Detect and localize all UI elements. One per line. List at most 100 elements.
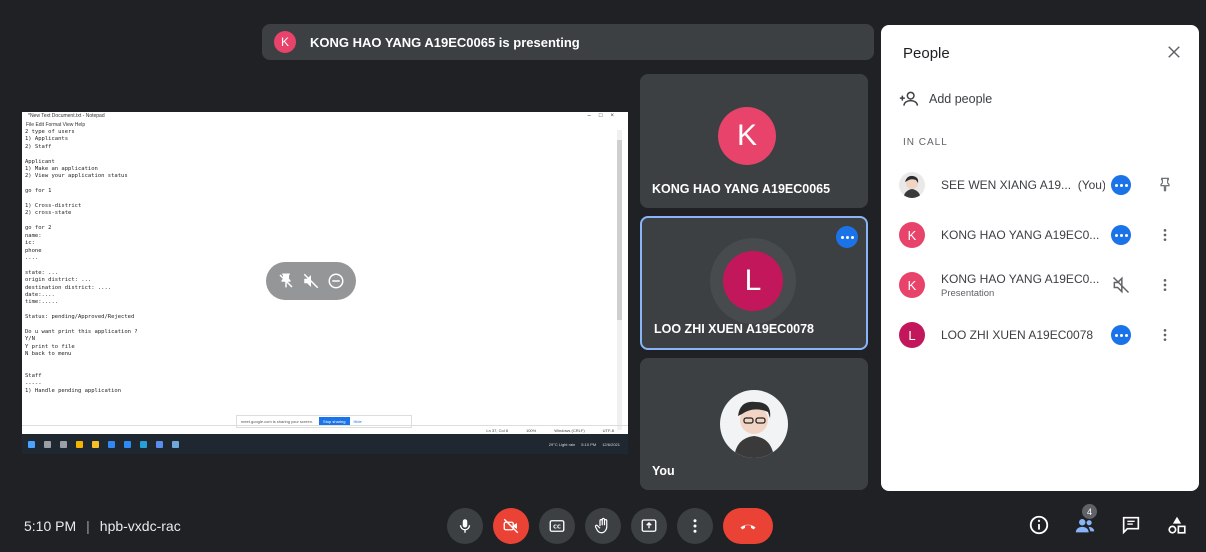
side-controls: 4 [1028, 504, 1188, 536]
person-info: KONG HAO YANG A19EC0... [941, 228, 1105, 242]
meeting-code: hpb-vxdc-rac [99, 518, 181, 534]
mute-icon[interactable] [302, 272, 320, 290]
add-people-button[interactable]: Add people [899, 89, 992, 109]
closed-captions-icon: CC [549, 520, 565, 532]
hide-button: Hide [353, 419, 362, 424]
person-row[interactable]: L LOO ZHI XUEN A19EC0078 [899, 315, 1189, 355]
avatar: L [723, 251, 783, 311]
clock: 5:10 PM [24, 518, 77, 534]
svg-text:CC: CC [553, 525, 561, 531]
person-row[interactable]: K KONG HAO YANG A19EC0... Presentation [899, 265, 1189, 305]
captions-button[interactable]: CC [539, 508, 575, 544]
notepad-title-text: *New Text Document.txt - Notepad [28, 113, 105, 119]
person-row[interactable]: SEE WEN XIANG A19... (You) [899, 165, 1189, 205]
close-icon[interactable] [1165, 43, 1183, 61]
more-vert-icon[interactable] [1157, 325, 1173, 345]
unpin-icon[interactable] [277, 272, 295, 290]
remove-icon[interactable] [327, 272, 345, 290]
more-horiz-icon [840, 235, 854, 239]
hand-icon [594, 517, 608, 534]
panel-title: People [903, 45, 950, 62]
person-info: LOO ZHI XUEN A19EC0078 [941, 328, 1105, 342]
profile-photo [720, 390, 788, 458]
window-controls: –□× [587, 113, 622, 119]
more-options-button[interactable] [836, 226, 858, 248]
status-encoding: UTF-8 [602, 427, 614, 433]
chat-icon [1122, 516, 1140, 535]
call-controls: CC [447, 508, 773, 544]
leave-call-button[interactable] [723, 508, 773, 544]
meet-window: K KONG HAO YANG A19EC0065 is presenting … [0, 0, 1206, 552]
chat-button[interactable] [1120, 514, 1142, 536]
participant-name: KONG HAO YANG A19EC0065 [652, 182, 831, 196]
more-vert-icon[interactable] [1157, 275, 1173, 295]
meeting-info: 5:10 PM | hpb-vxdc-rac [24, 518, 181, 534]
avatar: K [899, 222, 925, 248]
screen-hover-controls [266, 262, 356, 300]
app-icon [156, 440, 163, 448]
person-row[interactable]: K KONG HAO YANG A19EC0... [899, 215, 1189, 255]
speaking-indicator [1111, 175, 1131, 195]
participant-name: You [652, 464, 675, 478]
more-vert-icon[interactable] [1157, 225, 1173, 245]
more-horiz-icon [1114, 183, 1128, 187]
divider: | [86, 518, 90, 534]
shared-screen[interactable]: *New Text Document.txt - Notepad –□× Fil… [22, 112, 628, 454]
people-panel: People Add people IN CALL SEE WEN XIANG … [881, 25, 1199, 491]
microphone-button[interactable] [447, 508, 483, 544]
presenting-text: KONG HAO YANG A19EC0065 is presenting [310, 34, 580, 50]
notepad-statusbar: Ln 37, Col 8 100% Windows (CRLF) UTF-8 [22, 425, 628, 434]
person-name: KONG HAO YANG A19EC0... [941, 271, 1100, 286]
camera-off-icon [503, 518, 519, 534]
notepad-title: *New Text Document.txt - Notepad –□× [22, 112, 628, 121]
status-zoom: 100% [525, 427, 537, 433]
participant-tile-loo[interactable]: L LOO ZHI XUEN A19EC0078 [640, 216, 868, 350]
avatar: K [718, 107, 776, 165]
participant-tile-kong[interactable]: K KONG HAO YANG A19EC0065 [640, 74, 868, 208]
in-call-heading: IN CALL [903, 137, 948, 148]
avatar: K [899, 272, 925, 298]
windows-start-icon [28, 440, 35, 448]
activities-icon [1168, 516, 1186, 534]
mic-icon [459, 519, 471, 533]
hang-up-icon [740, 524, 756, 530]
add-people-label: Add people [929, 92, 993, 106]
raise-hand-button[interactable] [585, 508, 621, 544]
person-subtitle: Presentation [941, 287, 995, 299]
folder-icon [92, 440, 99, 448]
status-position: Ln 37, Col 8 [486, 427, 508, 433]
info-icon [1029, 515, 1049, 535]
tray-date: 12/6/2021 [602, 441, 620, 447]
store-icon [124, 440, 131, 448]
notepad-icon [172, 440, 179, 448]
system-tray: 29°C Light rain 5:10 PM 12/6/2021 [549, 442, 628, 447]
muted-audio-icon [1112, 276, 1130, 294]
participant-tile-you[interactable]: You [640, 358, 868, 490]
bottom-bar: 5:10 PM | hpb-vxdc-rac CC 4 [0, 500, 1206, 552]
present-screen-icon [641, 519, 657, 532]
word-icon [108, 440, 115, 448]
meeting-details-button[interactable] [1028, 514, 1050, 536]
add-person-icon [899, 91, 919, 106]
participant-name: LOO ZHI XUEN A19EC0078 [654, 322, 815, 336]
tray-time: 5:10 PM [581, 441, 597, 447]
edge-icon [140, 440, 147, 448]
present-button[interactable] [631, 508, 667, 544]
pin-icon[interactable] [1157, 175, 1173, 195]
people-button[interactable]: 4 [1074, 504, 1097, 536]
person-name: SEE WEN XIANG A19... (You) [941, 178, 1105, 192]
more-vert-icon [693, 519, 697, 533]
activities-button[interactable] [1166, 514, 1188, 536]
presenter-avatar: K [274, 31, 296, 53]
person-info: SEE WEN XIANG A19... (You) [941, 178, 1105, 192]
avatar [899, 172, 925, 198]
person-name: LOO ZHI XUEN A19EC0078 [941, 328, 1094, 342]
speaking-indicator [1111, 325, 1131, 345]
presenting-banner: K KONG HAO YANG A19EC0065 is presenting [262, 24, 874, 60]
search-icon [44, 440, 51, 448]
speaking-indicator [1111, 225, 1131, 245]
notepad-menu: File Edit Format View Help [26, 122, 86, 128]
more-options-button[interactable] [677, 508, 713, 544]
camera-button[interactable] [493, 508, 529, 544]
people-count-badge: 4 [1082, 504, 1097, 519]
